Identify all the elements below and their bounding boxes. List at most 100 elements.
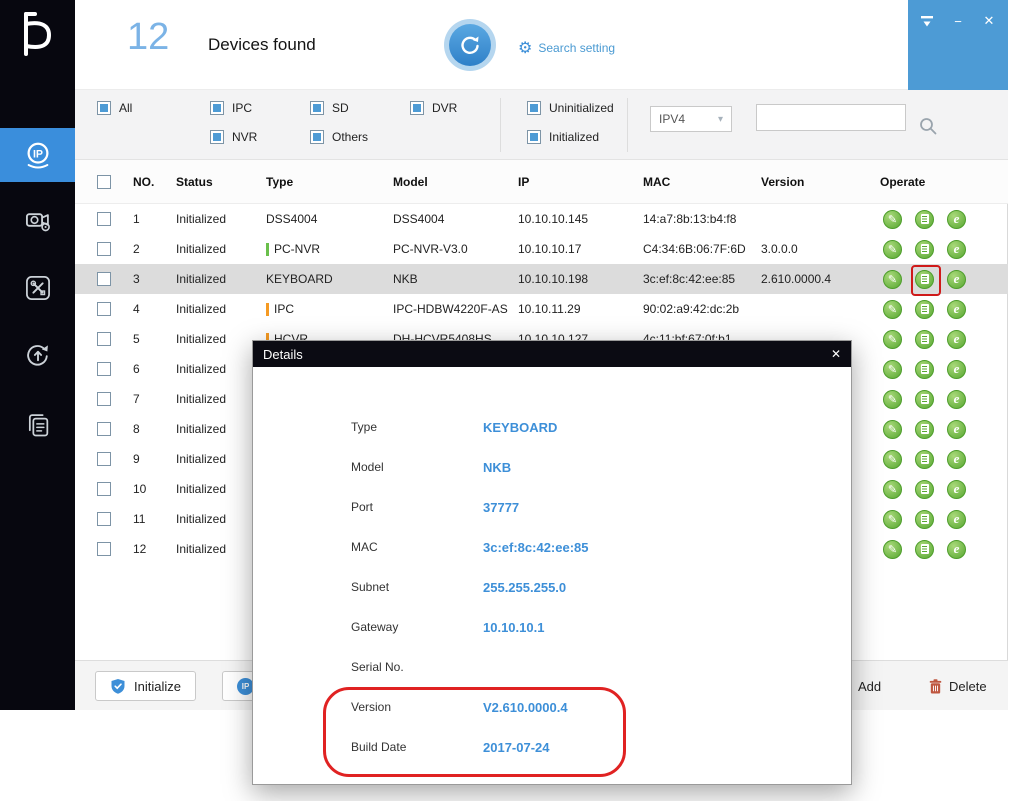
row-checkbox[interactable] <box>97 512 111 526</box>
search-setting-button[interactable]: ⚙ Search setting <box>518 38 615 58</box>
sidebar-item-device-config[interactable] <box>0 193 75 247</box>
row-checkbox[interactable] <box>97 212 111 226</box>
row-checkbox[interactable] <box>97 452 111 466</box>
sidebar-item-device-search[interactable]: IP <box>0 128 75 182</box>
close-button[interactable]: ✕ <box>980 12 998 30</box>
checkbox-sd[interactable] <box>310 101 324 115</box>
web-icon[interactable]: e <box>947 330 966 349</box>
filter-ipc[interactable]: IPC <box>210 101 252 115</box>
refresh-button[interactable] <box>444 19 496 71</box>
row-checkbox[interactable] <box>97 302 111 316</box>
filter-dvr[interactable]: DVR <box>410 101 457 115</box>
details-icon[interactable] <box>915 270 934 289</box>
cell-no: 2 <box>133 242 176 256</box>
checkbox-uninitialized[interactable] <box>527 101 541 115</box>
checkbox-all[interactable] <box>97 101 111 115</box>
checkbox-others[interactable] <box>310 130 324 144</box>
details-icon[interactable] <box>915 240 934 259</box>
minimize-button[interactable]: − <box>949 12 967 30</box>
edit-icon[interactable]: ✎ <box>883 240 902 259</box>
detail-field: ModelNKB <box>351 457 511 477</box>
filter-nvr[interactable]: NVR <box>210 130 257 144</box>
edit-icon[interactable]: ✎ <box>883 450 902 469</box>
edit-icon[interactable]: ✎ <box>883 300 902 319</box>
web-icon[interactable]: e <box>947 510 966 529</box>
header-model: Model <box>393 175 518 189</box>
web-icon[interactable]: e <box>947 360 966 379</box>
row-checkbox[interactable] <box>97 332 111 346</box>
edit-icon[interactable]: ✎ <box>883 480 902 499</box>
edit-icon[interactable]: ✎ <box>883 390 902 409</box>
filter-initialized[interactable]: Initialized <box>527 130 599 144</box>
sidebar-item-maintenance[interactable] <box>0 261 75 315</box>
details-icon[interactable] <box>915 420 934 439</box>
initialize-button[interactable]: Initialize <box>95 671 196 701</box>
details-icon[interactable] <box>915 390 934 409</box>
checkbox-nvr[interactable] <box>210 130 224 144</box>
table-row[interactable]: 4InitializedIPCIPC-HDBW4220F-AS10.10.11.… <box>75 294 1008 324</box>
web-icon[interactable]: e <box>947 240 966 259</box>
menu-icon[interactable] <box>918 12 936 30</box>
filter-others[interactable]: Others <box>310 130 368 144</box>
delete-button[interactable]: Delete <box>928 671 987 701</box>
details-icon[interactable] <box>915 210 934 229</box>
web-icon[interactable]: e <box>947 390 966 409</box>
details-icon[interactable] <box>915 450 934 469</box>
checkbox-dvr[interactable] <box>410 101 424 115</box>
checkbox-ipc[interactable] <box>210 101 224 115</box>
row-checkbox[interactable] <box>97 242 111 256</box>
filter-all[interactable]: All <box>97 101 132 115</box>
web-icon[interactable]: e <box>947 210 966 229</box>
table-row[interactable]: 2InitializedPC-NVRPC-NVR-V3.010.10.10.17… <box>75 234 1008 264</box>
detail-field-value: 255.255.255.0 <box>483 580 566 595</box>
row-checkbox[interactable] <box>97 542 111 556</box>
ip-version-select[interactable]: IPV4 ▾ <box>650 106 732 132</box>
device-count: 12 <box>127 16 169 59</box>
edit-icon[interactable]: ✎ <box>883 210 902 229</box>
magnifier-icon[interactable] <box>918 116 938 141</box>
web-icon[interactable]: e <box>947 300 966 319</box>
checkbox-initialized[interactable] <box>527 130 541 144</box>
edit-icon[interactable]: ✎ <box>883 420 902 439</box>
web-icon[interactable]: e <box>947 420 966 439</box>
details-icon[interactable] <box>915 360 934 379</box>
web-icon[interactable]: e <box>947 540 966 559</box>
filter-divider-2 <box>627 98 628 152</box>
dialog-header[interactable]: Details ✕ <box>253 341 851 367</box>
details-icon[interactable] <box>915 300 934 319</box>
detail-field-label: Type <box>351 420 483 434</box>
edit-icon[interactable]: ✎ <box>883 510 902 529</box>
details-dialog: Details ✕ TypeKEYBOARDModelNKBPort37777M… <box>252 340 852 785</box>
details-icon[interactable] <box>915 510 934 529</box>
row-checkbox[interactable] <box>97 422 111 436</box>
edit-icon[interactable]: ✎ <box>883 270 902 289</box>
web-icon[interactable]: e <box>947 450 966 469</box>
details-icon[interactable] <box>915 540 934 559</box>
row-checkbox[interactable] <box>97 482 111 496</box>
search-input[interactable] <box>756 104 906 131</box>
detail-field-value: NKB <box>483 460 511 475</box>
details-icon[interactable] <box>915 330 934 349</box>
web-icon[interactable]: e <box>947 270 966 289</box>
filter-uninitialized[interactable]: Uninitialized <box>527 101 614 115</box>
add-button[interactable]: Add <box>858 671 881 701</box>
table-row[interactable]: 3InitializedKEYBOARDNKB10.10.10.1983c:ef… <box>75 264 1008 294</box>
row-checkbox[interactable] <box>97 392 111 406</box>
detail-field-value: 3c:ef:8c:42:ee:85 <box>483 540 589 555</box>
edit-icon[interactable]: ✎ <box>883 540 902 559</box>
sidebar-item-log[interactable] <box>0 398 75 452</box>
select-all-checkbox[interactable] <box>97 175 111 189</box>
row-checkbox[interactable] <box>97 272 111 286</box>
row-checkbox[interactable] <box>97 362 111 376</box>
filter-sd[interactable]: SD <box>310 101 349 115</box>
details-icon[interactable] <box>915 480 934 499</box>
web-icon[interactable]: e <box>947 480 966 499</box>
cell-ip: 10.10.10.145 <box>518 212 643 226</box>
operate-cell: ✎e <box>860 210 1008 229</box>
header-no: NO. <box>133 175 176 189</box>
sidebar-item-upgrade[interactable] <box>0 328 75 382</box>
table-row[interactable]: 1InitializedDSS4004DSS400410.10.10.14514… <box>75 204 1008 234</box>
edit-icon[interactable]: ✎ <box>883 330 902 349</box>
dialog-close-button[interactable]: ✕ <box>831 347 841 361</box>
edit-icon[interactable]: ✎ <box>883 360 902 379</box>
